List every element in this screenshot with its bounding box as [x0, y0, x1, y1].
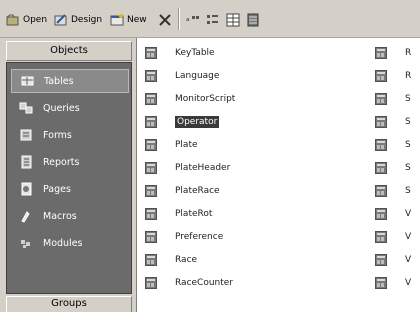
details-view-icon [246, 13, 260, 27]
table-icon [375, 231, 387, 243]
object-item-tables[interactable]: Tables [11, 69, 129, 93]
table-row[interactable]: MonitorScript [145, 90, 235, 108]
query-icon [19, 101, 35, 115]
object-item-modules[interactable]: Modules [11, 231, 129, 255]
table-row[interactable]: PlateRace [145, 182, 220, 200]
macro-icon [19, 209, 35, 223]
objects-bar: Objects Tables Queries Forms Reports Pag… [0, 38, 136, 312]
object-item-forms[interactable]: Forms [11, 123, 129, 147]
object-item-reports[interactable]: Reports [11, 150, 129, 174]
delete-button[interactable] [158, 10, 172, 30]
table-row[interactable]: Plate [145, 136, 198, 154]
table-row[interactable]: V [375, 228, 411, 246]
large-icons-icon: ᵃ [186, 13, 200, 27]
table-icon [145, 208, 157, 220]
table-icon [375, 162, 387, 174]
new-button[interactable]: New [110, 10, 147, 30]
table-icon [375, 116, 387, 128]
table-icon [375, 139, 387, 151]
table-icon [375, 47, 387, 59]
table-icon [375, 185, 387, 197]
details-view-button[interactable] [246, 10, 260, 30]
table-icon [145, 93, 157, 105]
table-row[interactable]: S [375, 113, 411, 131]
new-icon [110, 13, 124, 27]
table-row[interactable]: V [375, 274, 411, 292]
table-icon [145, 116, 157, 128]
table-icon [145, 254, 157, 266]
module-icon [19, 236, 35, 250]
objects-list: Tables Queries Forms Reports Pages Macro… [6, 62, 132, 294]
table-icon [145, 162, 157, 174]
design-button[interactable]: Design [54, 10, 102, 30]
table-icon [375, 93, 387, 105]
table-icon [145, 277, 157, 289]
table-row[interactable]: S [375, 182, 411, 200]
table-row[interactable]: RaceCounter [145, 274, 233, 292]
table-icon [145, 139, 157, 151]
table-row-selected[interactable]: Operator [145, 113, 220, 131]
database-toolbar: Open Design New ᵃ [0, 0, 420, 38]
table-row[interactable]: V [375, 205, 411, 223]
open-icon [6, 13, 20, 27]
table-icon [145, 231, 157, 243]
objects-header[interactable]: Objects [6, 41, 132, 61]
table-icon [375, 254, 387, 266]
list-view-icon [226, 13, 240, 27]
form-icon [19, 128, 35, 142]
table-row[interactable]: Preference [145, 228, 223, 246]
design-icon [54, 13, 68, 27]
table-row[interactable]: S [375, 90, 411, 108]
table-row[interactable]: V [375, 251, 411, 269]
table-row[interactable]: Race [145, 251, 197, 269]
table-icon [145, 47, 157, 59]
table-icon [145, 185, 157, 197]
object-item-pages[interactable]: Pages [11, 177, 129, 201]
small-icons-icon [206, 13, 220, 27]
object-item-queries[interactable]: Queries [11, 96, 129, 120]
table-row[interactable]: R [375, 67, 411, 85]
table-icon [145, 70, 157, 82]
delete-icon [158, 13, 172, 27]
open-button[interactable]: Open [6, 10, 47, 30]
table-icon [375, 70, 387, 82]
table-row[interactable]: S [375, 159, 411, 177]
groups-header[interactable]: Groups [6, 296, 132, 312]
list-view-button[interactable] [226, 10, 240, 30]
large-icons-button[interactable]: ᵃ [186, 10, 200, 30]
table-row[interactable]: KeyTable [145, 44, 215, 62]
page-icon [19, 182, 35, 196]
table-icon [375, 208, 387, 220]
report-icon [19, 155, 35, 169]
table-icon [20, 74, 36, 88]
table-row[interactable]: R [375, 44, 411, 62]
table-row[interactable]: PlateHeader [145, 159, 230, 177]
small-icons-button[interactable] [206, 10, 220, 30]
table-row[interactable]: S [375, 136, 411, 154]
svg-text:ᵃ: ᵃ [186, 17, 190, 27]
table-row[interactable]: Language [145, 67, 219, 85]
table-icon [375, 277, 387, 289]
tables-list-pane: KeyTable Language MonitorScript Operator… [136, 38, 420, 312]
toolbar-separator [178, 8, 180, 30]
object-item-macros[interactable]: Macros [11, 204, 129, 228]
table-row[interactable]: PlateRot [145, 205, 212, 223]
